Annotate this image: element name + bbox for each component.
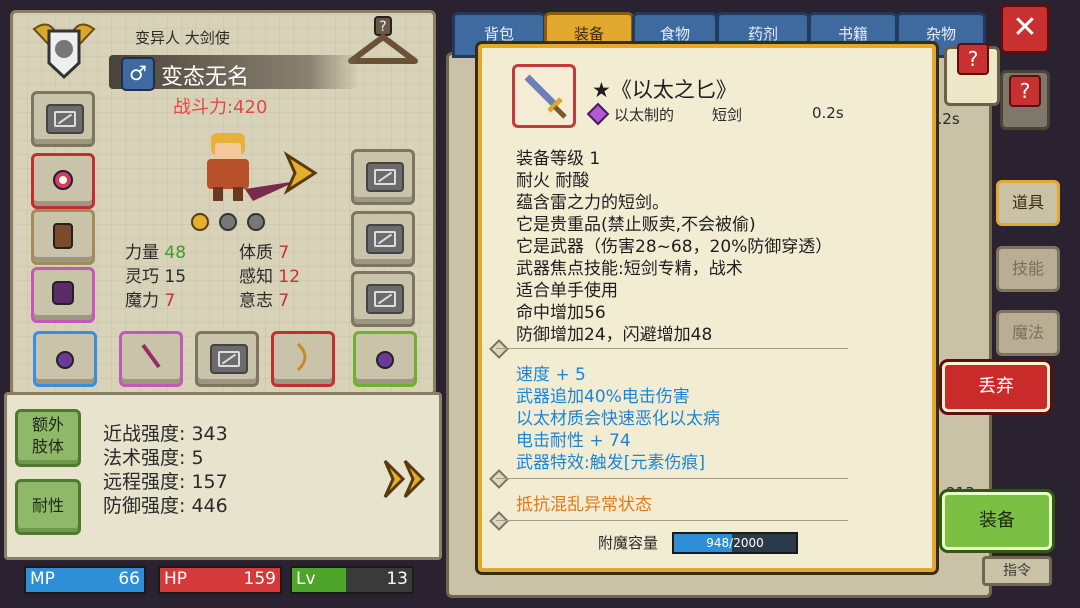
armor-icon — [53, 223, 73, 249]
stat-value: 7 — [164, 291, 176, 311]
stat-label: 感知 — [239, 267, 273, 287]
hp-bar: HP 159 — [158, 566, 282, 594]
menu-skills-button[interactable]: 技能 — [996, 246, 1060, 292]
page-dot[interactable] — [219, 213, 237, 231]
defense-power: 防御强度: 446 — [103, 495, 228, 517]
divider — [496, 478, 848, 479]
enchant-capacity-label: 附魔容量 — [598, 534, 659, 552]
divider — [496, 520, 848, 521]
hp-value: 159 — [243, 569, 276, 589]
page-dot[interactable] — [247, 213, 265, 231]
discard-button[interactable]: 丢弃 — [942, 362, 1050, 412]
level-bar: Lv 13 — [290, 566, 414, 594]
help-card-button[interactable]: ? — [944, 43, 1000, 106]
lv-label: Lv — [296, 569, 316, 589]
divider-diamond-icon — [489, 339, 509, 359]
bow-icon — [296, 342, 307, 372]
menu-items-button[interactable]: 道具 — [996, 180, 1060, 226]
equip-slot-body[interactable] — [31, 209, 95, 265]
equip-slot-feet[interactable] — [351, 271, 415, 327]
close-icon: ✕ — [1012, 10, 1038, 45]
character-panel: 变异人 大剑使 ? ♂ 变态无名 战斗力:420 力量 48 体质 7 灵巧 1… — [10, 10, 436, 396]
item-material: 以太制的 — [614, 106, 675, 124]
item-detail-popup: ★《以太之匕》 以太制的 短剑 0.2s 装备等级 1 耐火 耐酸 蕴含雷之力的… — [478, 44, 936, 572]
spell-power: 法术强度: 5 — [103, 447, 204, 469]
empty-slot-icon — [366, 224, 404, 254]
equip-button[interactable]: 装备 — [942, 492, 1052, 550]
amulet-icon — [53, 170, 73, 190]
cloak-icon — [52, 281, 74, 305]
menu-magic-button[interactable]: 魔法 — [996, 310, 1060, 356]
equip-slot-weapon[interactable] — [119, 331, 183, 387]
ring-icon — [56, 351, 74, 369]
character-name: 变态无名 — [161, 65, 250, 90]
item-speed: 0.2s — [812, 104, 844, 122]
ranged-power: 远程强度: 157 — [103, 471, 228, 493]
divider-diamond-icon — [489, 511, 509, 531]
equip-slot-neck[interactable] — [31, 153, 95, 209]
class-line: 变异人 大剑使 — [135, 29, 230, 47]
item-defense-bonus: 防御增加24，闪避增加48 — [516, 325, 713, 345]
equip-slot-ring-2[interactable] — [353, 331, 417, 387]
equip-slot-back[interactable] — [31, 267, 95, 323]
rank-emblem-icon — [29, 17, 99, 83]
page-dot-active[interactable] — [191, 213, 209, 231]
enchant-capacity-value: 948/2000 — [706, 536, 764, 550]
combat-stats-panel: 额外 肢体 耐性 近战强度: 343 法术强度: 5 远程强度: 157 防御强… — [4, 392, 442, 560]
resist-confusion: 抵抗混乱异常状态 — [516, 495, 652, 515]
mp-label: MP — [30, 569, 55, 589]
sword-icon — [524, 74, 567, 119]
equip-slot-head[interactable] — [31, 91, 95, 147]
equip-slot-ring-1[interactable] — [33, 331, 97, 387]
stat-label: 力量 — [125, 243, 159, 263]
stat-value: 48 — [164, 243, 187, 263]
svg-text:?: ? — [379, 19, 386, 35]
stat-value: 7 — [278, 243, 290, 263]
mp-value: 66 — [118, 569, 140, 589]
command-button[interactable]: 指令 — [982, 556, 1052, 586]
double-arrow-icon[interactable] — [381, 457, 431, 501]
stat-label: 意志 — [239, 291, 273, 311]
empty-slot-icon — [366, 284, 404, 314]
resistance-button[interactable]: 耐性 — [15, 479, 81, 535]
empty-slot-icon — [366, 162, 404, 192]
divider-diamond-icon — [489, 469, 509, 489]
enchant-special-effect: 武器特效:触发[元素伤痕] — [516, 453, 705, 473]
question-icon: ? — [957, 43, 989, 75]
equip-slot-waist[interactable] — [351, 211, 415, 267]
stat-value: 7 — [278, 291, 290, 311]
equip-slot-offhand[interactable] — [195, 331, 259, 387]
stat-value: 12 — [278, 267, 301, 287]
next-arrow-icon[interactable] — [281, 151, 321, 195]
stat-label: 体质 — [239, 243, 273, 263]
help-list-button[interactable]: ? — [1000, 70, 1050, 130]
combat-power: 战斗力:420 — [173, 97, 268, 118]
attribute-grid: 力量 48 体质 7 灵巧 15 感知 12 魔力 7 意志 7 — [125, 241, 325, 313]
equip-slot-hands[interactable] — [351, 149, 415, 205]
mp-bar: MP 66 — [24, 566, 146, 594]
question-icon: ? — [1009, 75, 1041, 107]
divider — [496, 348, 848, 349]
empty-slot-icon — [210, 344, 248, 374]
ring-icon — [376, 351, 394, 369]
item-type: 短剑 — [712, 106, 743, 124]
lv-value: 13 — [386, 569, 408, 589]
dagger-icon — [141, 343, 161, 369]
extra-limbs-button[interactable]: 额外 肢体 — [15, 409, 81, 467]
equip-slot-ranged[interactable] — [271, 331, 335, 387]
item-name: ★《以太之匕》 — [592, 78, 737, 102]
item-icon-frame — [512, 64, 576, 128]
stat-value: 15 — [164, 267, 187, 287]
material-gem-icon — [586, 102, 610, 126]
enchant-capacity-bar: 948/2000 — [672, 532, 798, 554]
male-gender-icon: ♂ — [121, 57, 155, 91]
close-button[interactable]: ✕ — [1000, 4, 1050, 54]
melee-power: 近战强度: 343 — [103, 423, 228, 445]
hp-label: HP — [164, 569, 188, 589]
stat-label: 魔力 — [125, 291, 159, 311]
empty-slot-icon — [46, 104, 84, 134]
stat-label: 灵巧 — [125, 267, 159, 287]
